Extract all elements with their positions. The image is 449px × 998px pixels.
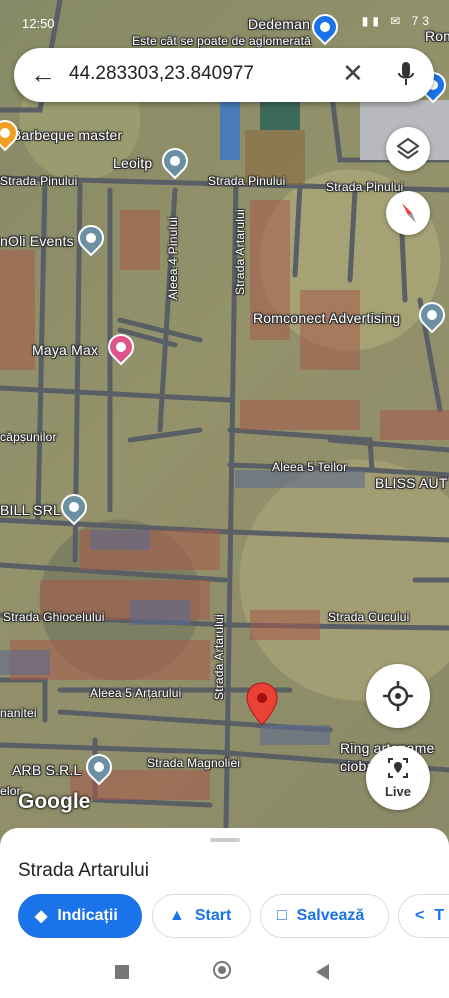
- street-label-pinului-mid: Strada Pinului: [208, 174, 286, 188]
- street-label-cucului: Strada Cucului: [328, 610, 410, 624]
- place-title: Strada Artarului: [18, 860, 149, 881]
- clear-icon[interactable]: ✕: [342, 58, 364, 89]
- poi-label-romconect[interactable]: Romconect Advertising: [253, 310, 400, 326]
- navigation-arrow-icon: ▲: [169, 907, 185, 924]
- street-label-artarului-top: Strada Artarului: [233, 209, 247, 295]
- street-label-magnoliei: Strada Magnoliei: [147, 756, 241, 770]
- system-nav-bar: [0, 946, 449, 998]
- live-label: Live: [384, 784, 411, 799]
- layers-button[interactable]: [386, 127, 430, 171]
- home-icon[interactable]: [213, 961, 231, 979]
- my-location-button[interactable]: [366, 664, 430, 728]
- microphone-icon[interactable]: [398, 61, 414, 89]
- status-time: 12:50: [22, 16, 55, 31]
- live-view-icon: [388, 758, 408, 778]
- poi-label-mayamax[interactable]: Maya Max: [32, 342, 98, 358]
- bookmark-icon: □: [277, 907, 287, 924]
- share-icon: <: [415, 907, 425, 924]
- dropped-pin-icon[interactable]: [246, 682, 278, 726]
- directions-label: Indicații: [57, 907, 118, 924]
- share-label: T: [434, 907, 445, 924]
- poi-label-bill[interactable]: BILL SRL: [0, 502, 61, 518]
- back-arrow-icon[interactable]: ←: [30, 60, 56, 88]
- start-label: Start: [194, 907, 232, 924]
- recents-icon[interactable]: [115, 965, 129, 979]
- poi-label-bliss[interactable]: BLISS AUT: [375, 475, 448, 491]
- poi-label-arb[interactable]: ARB S.R.L: [12, 762, 82, 778]
- directions-icon: ◆: [35, 908, 48, 925]
- street-label-capsunilor: căpșunilor: [0, 430, 57, 444]
- save-label: Salvează: [296, 907, 365, 924]
- status-bar: 12:50 ▮▮ ✉ 73: [0, 0, 449, 40]
- back-icon[interactable]: [316, 964, 329, 980]
- street-label-aleea5artarului: Aleea 5 Arțarului: [90, 686, 182, 700]
- sheet-drag-handle[interactable]: [210, 838, 240, 842]
- share-button[interactable]: < T: [398, 894, 449, 938]
- google-logo: Google: [18, 790, 91, 813]
- street-label-ghiocelului: Strada Ghiocelului: [3, 610, 105, 624]
- street-label-artarului-bottom: Strada Artarului: [212, 614, 226, 700]
- poi-label-leoitp[interactable]: Leoitp: [113, 155, 152, 171]
- poi-label-barbeque[interactable]: Barbeque master: [12, 127, 122, 143]
- street-label-manitei: nanitei: [0, 706, 37, 720]
- start-button[interactable]: ▲ Start: [152, 894, 251, 938]
- poi-label-events[interactable]: nOli Events: [0, 233, 74, 249]
- status-icons: ▮▮ ✉ 73: [361, 14, 433, 28]
- directions-button[interactable]: ◆ Indicații: [18, 894, 142, 938]
- compass-icon: [402, 203, 416, 223]
- live-view-button[interactable]: Live: [366, 746, 430, 810]
- street-label-aleea5teilor: Aleea 5 Teilor: [272, 460, 348, 474]
- crosshair-icon: [383, 681, 413, 711]
- compass-button[interactable]: [386, 191, 430, 235]
- search-input[interactable]: [69, 63, 339, 85]
- street-label-aleea4: Aleea 4 Pinului: [166, 216, 180, 300]
- street-label-pinului-left: Strada Pinului: [0, 174, 78, 188]
- search-bar[interactable]: ← ✕: [14, 48, 434, 102]
- save-button[interactable]: □ Salvează: [260, 894, 389, 938]
- layers-icon: [396, 137, 420, 160]
